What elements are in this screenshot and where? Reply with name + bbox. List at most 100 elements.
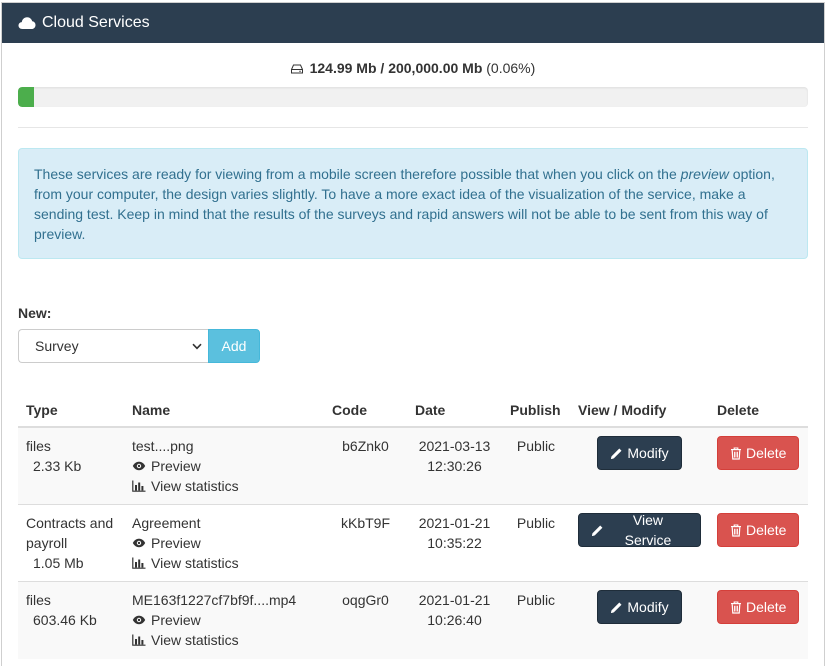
header-delete: Delete (709, 397, 808, 428)
row-type: files (26, 592, 51, 608)
view-statistics-link[interactable]: View statistics (132, 630, 316, 650)
row-size: 2.33 Kb (33, 458, 82, 474)
table-row: files 2.33 Kb test....png Preview View stati… (18, 426, 808, 505)
delete-label: Delete (746, 599, 787, 615)
cell-type: Contracts and payroll 1.05 Mb (18, 504, 124, 582)
notice-text-start: These services are ready for viewing fro… (34, 166, 681, 182)
delete-button[interactable]: Delete (717, 513, 800, 547)
row-size: 1.05 Mb (33, 555, 84, 571)
panel-header: Cloud Services (2, 3, 824, 43)
cell-name: test....png Preview View statistics (124, 426, 324, 505)
row-publish: Public (502, 426, 570, 505)
cell-delete: Delete (709, 581, 808, 659)
row-time: 10:35:22 (427, 535, 482, 551)
storage-usage: 124.99 Mb / 200,000.00 Mb (0.06%) (18, 60, 808, 76)
header-publish: Publish (502, 397, 570, 428)
bar-chart-icon (132, 557, 146, 569)
hard-drive-icon (290, 64, 303, 74)
pencil-icon (611, 602, 622, 613)
cell-view-modify: Modify (570, 426, 709, 505)
service-type-selected: Survey (35, 338, 79, 354)
header-name: Name (124, 397, 324, 428)
trash-icon (731, 523, 741, 537)
pencil-icon (591, 525, 603, 536)
header-date: Date (407, 397, 502, 428)
preview-link[interactable]: Preview (132, 610, 316, 630)
storage-percent: (0.06%) (486, 60, 536, 76)
action-label: View Service (624, 512, 672, 548)
trash-icon (731, 600, 741, 614)
cloud-services-panel: Cloud Services 124.99 Mb / 200,000.00 Mb… (1, 2, 825, 666)
row-time: 12:30:26 (427, 458, 482, 474)
storage-progress-fill (18, 87, 34, 107)
eye-icon (132, 615, 146, 625)
row-type: Contracts and payroll (26, 515, 114, 551)
modify-button[interactable]: Modify (597, 436, 682, 470)
header-type: Type (18, 397, 124, 428)
new-service-row: Survey Add (18, 329, 808, 363)
add-service-button[interactable]: Add (208, 329, 260, 363)
row-date: 2021-03-13 (418, 438, 491, 454)
row-name: test....png (132, 438, 194, 454)
bar-chart-icon (132, 634, 146, 646)
delete-button[interactable]: Delete (717, 436, 800, 470)
row-code: b6Znk0 (324, 426, 407, 505)
cell-delete: Delete (709, 504, 808, 582)
view-service-button[interactable]: View Service (578, 512, 701, 548)
row-size: 603.46 Kb (33, 612, 97, 628)
cell-view-modify: View Service (570, 504, 709, 582)
panel-title: Cloud Services (42, 14, 150, 31)
storage-progress-bar (18, 87, 808, 107)
row-name: ME163f1227cf7bf9f....mp4 (132, 592, 297, 608)
cloud-icon (18, 17, 36, 29)
delete-label: Delete (746, 522, 787, 538)
divider (18, 127, 808, 128)
storage-separator: / (380, 60, 385, 76)
preview-notice: These services are ready for viewing fro… (18, 148, 808, 259)
row-code: oqgGr0 (324, 581, 407, 659)
storage-total: 200,000.00 Mb (388, 60, 483, 76)
row-date: 2021-01-21 (418, 515, 491, 531)
table-row: Contracts and payroll 1.05 Mb Agreement Pre… (18, 504, 808, 582)
cell-date: 2021-01-21 10:35:22 (407, 504, 502, 582)
new-service-label: New: (18, 305, 52, 321)
pencil-icon (611, 448, 622, 459)
storage-used: 124.99 Mb (309, 60, 377, 76)
modify-button[interactable]: Modify (597, 590, 682, 624)
preview-label: Preview (151, 612, 201, 628)
cell-name: ME163f1227cf7bf9f....mp4 Preview View stat… (124, 581, 324, 659)
cell-delete: Delete (709, 426, 808, 505)
view-statistics-link[interactable]: View statistics (132, 553, 316, 573)
cell-type: files 603.46 Kb (18, 581, 124, 659)
action-label: Modify (627, 599, 669, 615)
row-type: files (26, 438, 51, 454)
view-statistics-link[interactable]: View statistics (132, 476, 316, 496)
view-statistics-label: View statistics (151, 478, 239, 494)
row-publish: Public (502, 504, 570, 582)
preview-label: Preview (151, 458, 201, 474)
cell-type: files 2.33 Kb (18, 426, 124, 505)
row-name: Agreement (132, 515, 201, 531)
cell-name: Agreement Preview View statistics (124, 504, 324, 582)
cell-view-modify: Modify (570, 581, 709, 659)
header-code: Code (324, 397, 407, 428)
row-date: 2021-01-21 (418, 592, 491, 608)
header-view-modify: View / Modify (570, 397, 709, 428)
row-time: 10:26:40 (427, 612, 482, 628)
preview-link[interactable]: Preview (132, 533, 316, 553)
cell-date: 2021-03-13 12:30:26 (407, 426, 502, 505)
preview-link[interactable]: Preview (132, 456, 316, 476)
view-statistics-label: View statistics (151, 632, 239, 648)
eye-icon (132, 461, 146, 471)
delete-label: Delete (746, 445, 787, 461)
service-type-select[interactable]: Survey (18, 329, 208, 363)
cell-date: 2021-01-21 10:26:40 (407, 581, 502, 659)
delete-button[interactable]: Delete (717, 590, 800, 624)
services-table: Type Name Code Date Publish View / Modif… (18, 397, 808, 659)
trash-icon (731, 446, 741, 460)
action-label: Modify (627, 445, 669, 461)
row-code: kKbT9F (324, 504, 407, 582)
table-header-row: Type Name Code Date Publish View / Modif… (18, 397, 808, 428)
notice-emphasis: preview (680, 166, 729, 182)
preview-label: Preview (151, 535, 201, 551)
